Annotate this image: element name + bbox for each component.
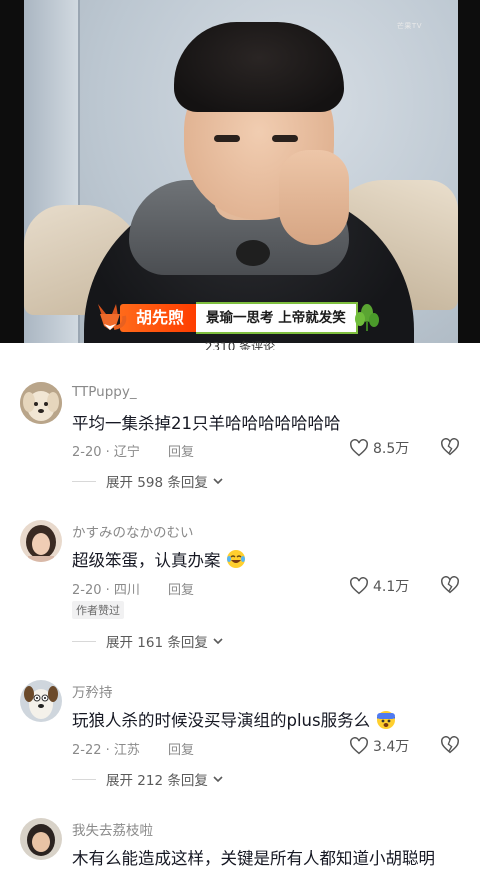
broken-heart-icon[interactable] (440, 438, 460, 456)
comment-username[interactable]: かすみのなかのむい (72, 521, 194, 541)
chevron-down-icon (213, 638, 223, 645)
comment-username[interactable]: 我失去荔枝啦 (72, 819, 153, 839)
girl-avatar-icon (20, 520, 62, 562)
heart-icon (350, 439, 368, 457)
comment-text: 超级笨蛋，认真办案 (72, 547, 246, 571)
like-count: 3.4万 (373, 739, 410, 755)
comment-username[interactable]: TTPuppy_ (72, 384, 137, 400)
comment-text: 木有么能造成这样，关键是所有人都知道小胡聪明 (72, 849, 435, 868)
channel-watermark: 芒果TV (396, 22, 422, 30)
dog-avatar-icon (20, 382, 62, 424)
broken-heart-icon[interactable] (440, 736, 460, 754)
comment-text: 玩狼人杀的时候没买导演组的plus服务么 (72, 707, 397, 731)
avatar[interactable] (20, 818, 62, 860)
comment-username[interactable]: 万矜持 (72, 681, 113, 701)
comment-text: 平均一集杀掉21只羊哈哈哈哈哈哈哈 (72, 414, 341, 433)
caption-person-name: 胡先煦 (120, 304, 197, 332)
comment-text-content: 玩狼人杀的时候没买导演组的plus服务么 (72, 711, 371, 730)
reply-button[interactable]: 回复 (168, 579, 194, 598)
scared-emoji-icon (377, 711, 396, 729)
heart-icon (350, 737, 368, 755)
expand-replies[interactable]: 展开 598 条回复 (72, 471, 224, 491)
like-button[interactable]: 8.5万 (349, 438, 409, 458)
comment-date-location: 2-20 · 四川 (72, 583, 140, 598)
expand-replies-label: 展开 212 条回复 (106, 773, 208, 789)
person-avatar-icon (20, 818, 62, 860)
reply-button[interactable]: 回复 (168, 441, 194, 460)
expand-replies-label: 展开 161 条回复 (106, 635, 208, 651)
broken-heart-icon[interactable] (440, 576, 460, 594)
expand-replies-label: 展开 598 条回复 (106, 475, 208, 491)
comment-date-location: 2-20 · 辽宁 (72, 445, 140, 460)
avatar[interactable] (20, 382, 62, 424)
chevron-down-icon (213, 478, 223, 485)
video-player[interactable]: 芒果TV 胡先煦 景瑜一思考 上帝就发笑 (0, 0, 480, 343)
like-count: 4.1万 (373, 579, 410, 595)
avatar[interactable] (20, 680, 62, 722)
like-button[interactable]: 3.4万 (349, 736, 409, 756)
caption-subtitle: 景瑜一思考 上帝就发笑 (196, 302, 358, 334)
laugh-cry-emoji-icon (226, 550, 245, 568)
heart-icon (350, 577, 368, 595)
comments-count: 2310 条评论 (204, 340, 276, 350)
author-liked-badge: 作者赞过 (72, 601, 124, 619)
expand-replies[interactable]: 展开 161 条回复 (72, 631, 224, 651)
chevron-down-icon (213, 776, 223, 783)
like-count: 8.5万 (373, 441, 410, 457)
video-frame (24, 0, 458, 343)
reply-button[interactable]: 回复 (168, 739, 194, 758)
like-button[interactable]: 4.1万 (349, 576, 409, 596)
fox-logo-icon (98, 304, 127, 330)
plant-sticker-icon (354, 304, 379, 331)
comment-text-content: 超级笨蛋，认真办案 (72, 551, 221, 570)
gromit-avatar-icon (20, 680, 62, 722)
avatar[interactable] (20, 520, 62, 562)
expand-replies[interactable]: 展开 212 条回复 (72, 769, 224, 789)
video-caption: 胡先煦 景瑜一思考 上帝就发笑 (94, 302, 380, 334)
comment-date-location: 2-22 · 江苏 (72, 743, 140, 758)
